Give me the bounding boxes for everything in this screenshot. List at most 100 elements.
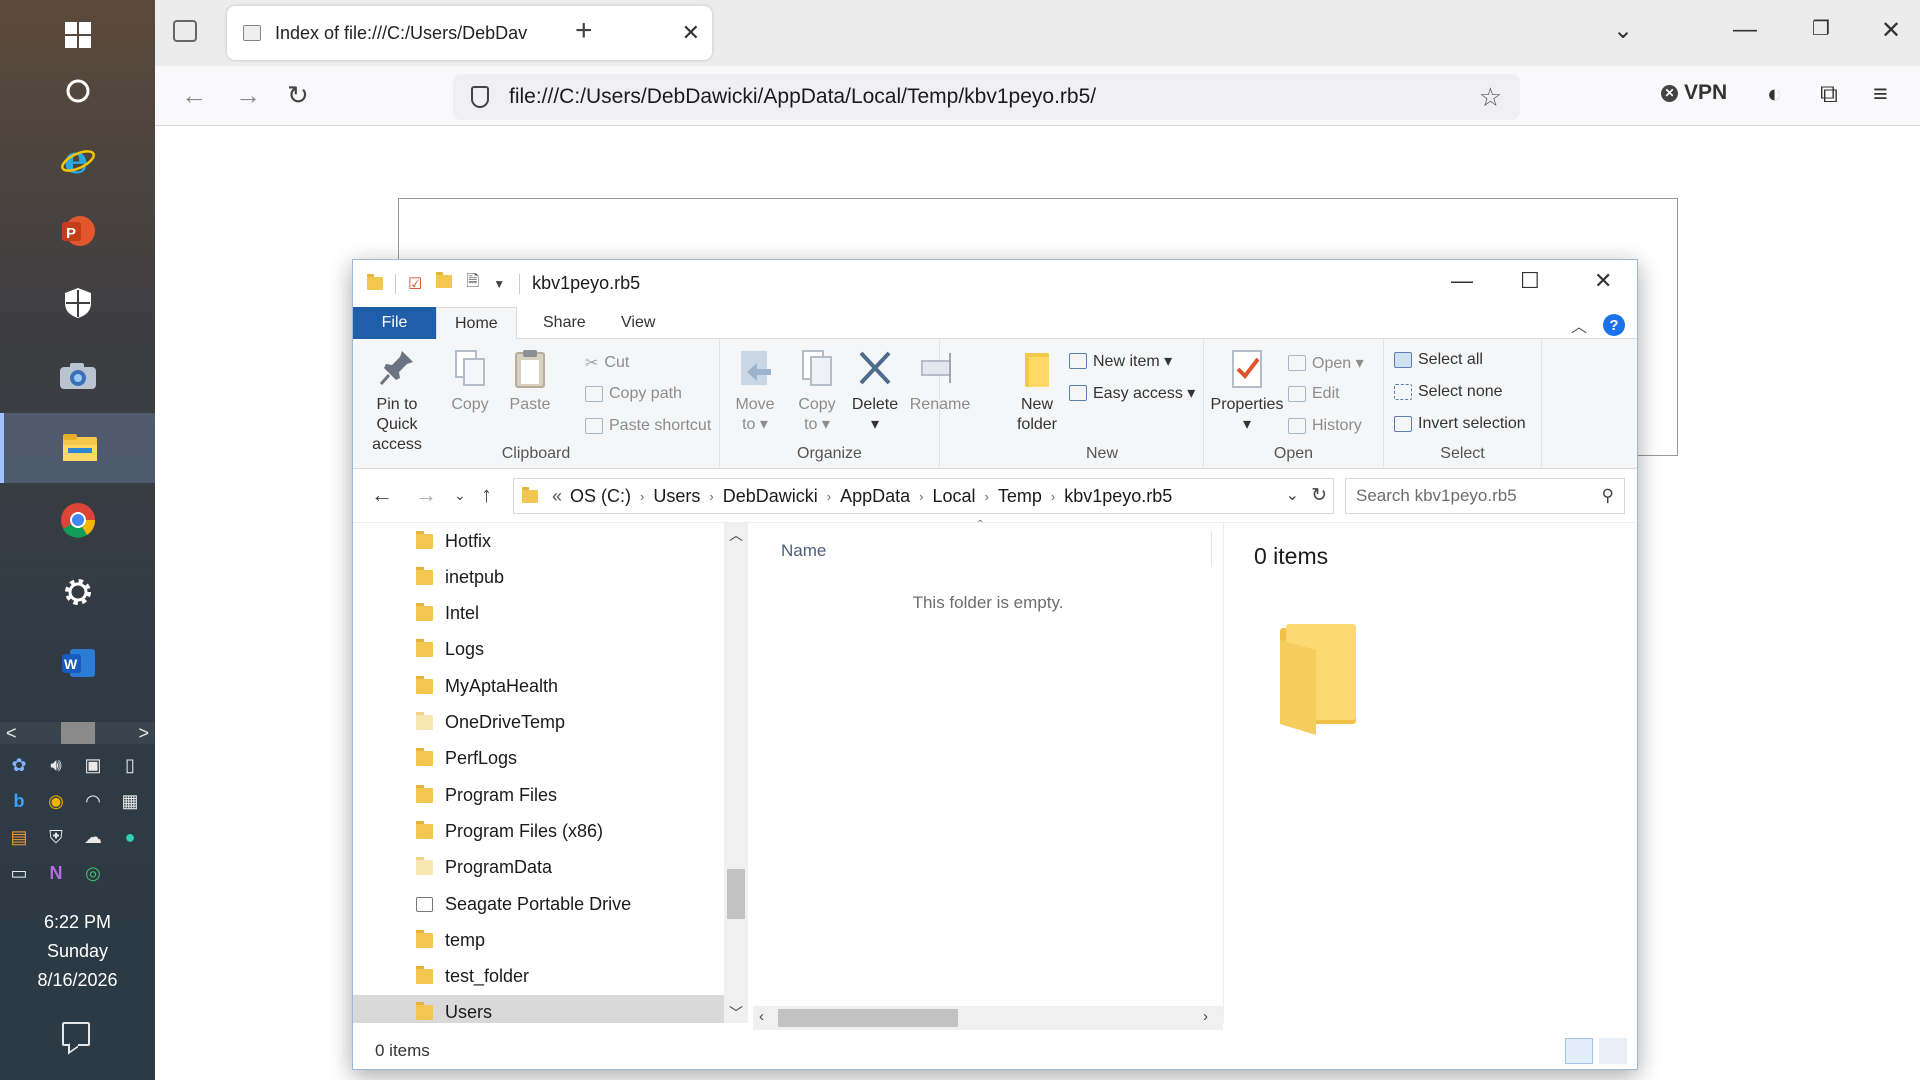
wifi-icon[interactable]: ◠ [80,788,106,814]
explorer-back-icon[interactable]: ← [371,482,393,508]
onenote-icon[interactable]: N [43,860,69,886]
nav-item[interactable]: temp [353,922,724,958]
restore-icon[interactable]: ❐ [1812,16,1830,41]
copy-button[interactable]: Copy [445,347,495,415]
nav-item[interactable]: test_folder [353,959,724,995]
breadcrumb-chevron-icon[interactable]: › [827,489,831,504]
battery-icon[interactable]: ▯ [117,752,143,778]
column-header-name[interactable]: Name [781,541,826,561]
copy-path-button[interactable]: Copy path [585,385,682,403]
scroll-right-icon[interactable]: › [1203,1008,1208,1025]
navigation-pane-scrollbar[interactable]: ︿ ﹀ [724,523,748,1023]
up-arrow-icon[interactable]: ↑ [481,482,492,508]
search-icon[interactable]: ⚲ [1602,486,1614,506]
customize-qat-icon[interactable]: ▼ [493,277,505,291]
refresh-icon[interactable]: ↻ [1311,484,1327,507]
nav-item[interactable]: Intel [353,596,724,632]
tab-close-icon[interactable]: ✕ [682,20,700,46]
extensions-icon[interactable]: ⧉ [1820,80,1838,109]
paste-button[interactable]: Paste [505,347,555,415]
nav-item[interactable]: ProgramData [353,850,724,886]
properties-qat-icon[interactable]: ☑ [408,274,422,294]
nav-item[interactable]: Program Files (x86) [353,813,724,849]
drive-tray-icon[interactable]: ▭ [6,860,32,886]
explorer-forward-icon[interactable]: → [415,482,437,508]
explorer-maximize-icon[interactable]: ☐ [1520,268,1540,294]
breadcrumb-current-folder[interactable]: kbv1peyo.rb5 [1064,486,1172,507]
minimize-icon[interactable]: — [1733,16,1757,44]
help-icon[interactable]: ? [1603,314,1625,336]
browser-tab[interactable]: Index of file:///C:/Users/DebDav ✕ [227,6,712,60]
breadcrumb-chevron-icon[interactable]: › [985,489,989,504]
account-icon[interactable]: ◐ [1767,80,1782,109]
scroll-right-icon[interactable]: > [138,723,149,744]
new-tab-button[interactable]: + [575,14,593,48]
taskbar-scrollbar[interactable]: < > [0,722,155,744]
nav-item[interactable]: OneDriveTemp [353,705,724,741]
breadcrumb-chevron-icon[interactable]: › [919,489,923,504]
rename-qat-icon[interactable]: 🗎︎ [466,270,479,297]
details-view-icon[interactable] [1565,1038,1593,1064]
scroll-left-icon[interactable]: < [6,723,17,744]
cortana-icon[interactable] [0,56,155,126]
nav-item[interactable]: Seagate Portable Drive [353,886,724,922]
nav-item[interactable]: PerfLogs [353,741,724,777]
breadcrumb-debdawicki[interactable]: DebDawicki [723,486,818,507]
vpn-button[interactable]: ✕ VPN [1661,81,1727,105]
site-info-shield-icon[interactable] [471,86,489,108]
copy-to-button[interactable]: Copy to ▾ [792,347,842,435]
tab-overview-icon[interactable] [173,20,197,42]
breadcrumb-chevron-icon[interactable]: › [1051,489,1055,504]
nav-item[interactable]: Program Files [353,777,724,813]
history-button[interactable]: History [1288,417,1362,435]
windows-security-icon[interactable] [0,268,155,338]
address-dropdown-icon[interactable]: ⌄ [1286,485,1299,505]
breadcrumb-temp[interactable]: Temp [998,486,1042,507]
chrome-tray-icon[interactable]: ◉ [43,788,69,814]
collapse-ribbon-icon[interactable]: ︿ [1571,313,1587,337]
nav-item[interactable]: inetpub [353,559,724,595]
tab-list-chevron-icon[interactable]: ⌄ [1613,16,1633,45]
paste-shortcut-button[interactable]: Paste shortcut [585,417,711,435]
camera-icon[interactable] [0,341,155,411]
scroll-thumb[interactable] [60,722,95,744]
breadcrumb-os-c[interactable]: OS (C:) [570,486,631,507]
move-to-button[interactable]: Move to ▾ [730,347,780,435]
rename-button[interactable]: Rename [908,347,972,415]
clock[interactable]: 6:22 PM Sunday 8/16/2026 [0,908,155,995]
easy-access-button[interactable]: Easy access ▾ [1069,383,1195,403]
app-tray-icon-2[interactable]: ● [117,824,143,850]
cut-button[interactable]: ✂ Cut [585,353,629,373]
scroll-down-icon[interactable]: ﹀ [724,1003,748,1023]
file-explorer-icon[interactable] [0,413,155,483]
scroll-up-icon[interactable]: ︿ [724,525,748,545]
explorer-minimize-icon[interactable]: — [1451,268,1473,294]
scroll-thumb[interactable] [778,1009,958,1027]
security-tray-icon[interactable]: ⛨ [43,824,69,850]
pin-to-quick-access-button[interactable]: Pin to Quick access [361,347,433,455]
meet-now-icon[interactable]: ▣ [80,752,106,778]
back-arrow-icon[interactable]: ← [181,80,207,111]
chrome-icon[interactable] [0,485,155,555]
url-bar[interactable]: file:///C:/Users/DebDawicki/AppData/Loca… [453,74,1520,120]
camera-app-icon[interactable]: ▦ [117,788,143,814]
app-tray-icon-3[interactable]: ◎ [80,860,106,886]
new-folder-button[interactable]: New folder [1009,347,1065,435]
bing-icon[interactable]: b [6,788,32,814]
edit-button[interactable]: Edit [1288,385,1340,403]
invert-selection-button[interactable]: Invert selection [1394,415,1526,433]
onedrive-icon[interactable]: ☁ [80,824,106,850]
copilot-icon[interactable]: ✿ [6,752,32,778]
menu-hamburger-icon[interactable]: ≡ [1873,80,1888,109]
nav-item[interactable]: Users [353,994,724,1023]
internet-explorer-icon[interactable]: e [0,125,155,195]
select-all-button[interactable]: Select all [1394,351,1483,369]
action-center-icon[interactable] [62,1022,90,1046]
nav-item[interactable]: Logs [353,632,724,668]
select-none-button[interactable]: Select none [1394,383,1503,401]
scroll-thumb[interactable] [727,869,745,919]
breadcrumb-chevron-icon[interactable]: › [640,489,644,504]
app-tray-icon[interactable]: ▤ [6,824,32,850]
explorer-close-icon[interactable]: ✕ [1594,268,1612,294]
open-button[interactable]: Open ▾ [1288,353,1364,373]
